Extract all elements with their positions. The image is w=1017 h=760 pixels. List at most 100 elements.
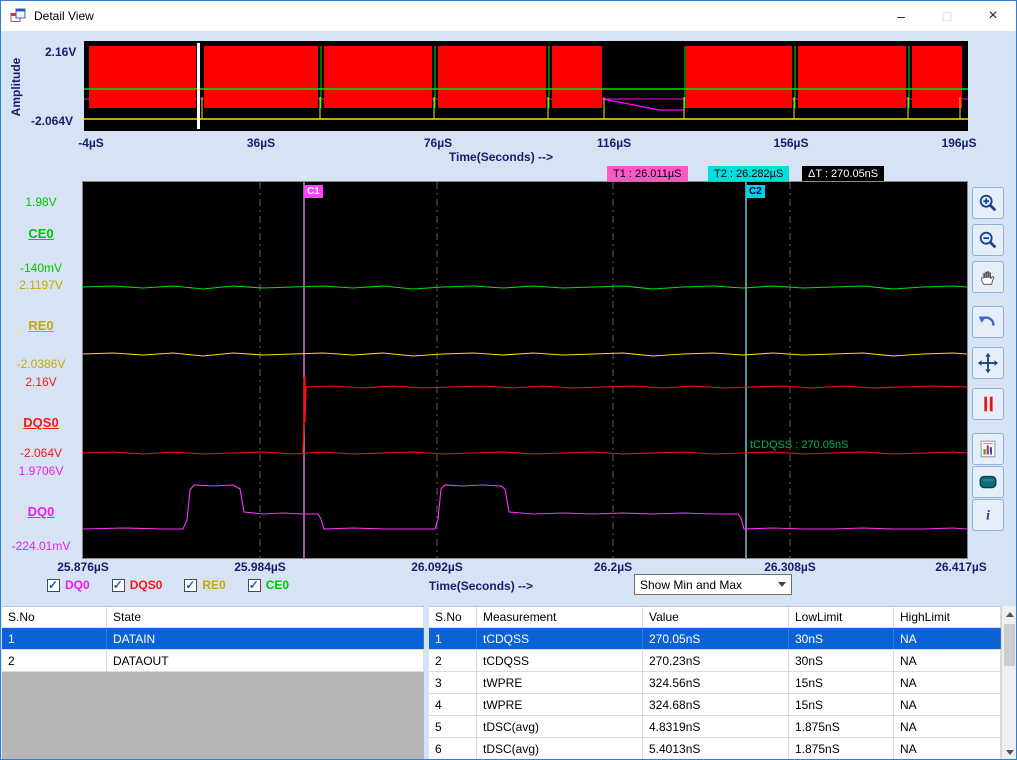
column-header[interactable]: Measurement: [477, 607, 643, 627]
detail-x-axis-label: Time(Seconds) -->: [428, 579, 534, 593]
ce0-channel-label[interactable]: CE0: [1, 226, 81, 241]
cell: 4.8319nS: [643, 716, 789, 737]
info-button[interactable]: i: [972, 499, 1004, 531]
overview-xtick: 36µS: [246, 136, 276, 150]
close-icon[interactable]: ×: [970, 1, 1016, 31]
detail-xtick: 25.984µS: [234, 560, 286, 574]
table-row[interactable]: 5 tDSC(avg) 4.8319nS 1.875nS NA: [429, 716, 1001, 738]
dq0-max-label: 1.9706V: [18, 464, 64, 478]
cell: 30nS: [789, 628, 894, 649]
cell: 5: [429, 716, 477, 737]
channel-checkbox-dq0[interactable]: DQ0: [47, 578, 90, 592]
table-row[interactable]: 2 tCDQSS 270.23nS 30nS NA: [429, 650, 1001, 672]
detail-view-window: Detail View – □ × Amplitude 2.16V -2.064…: [0, 0, 1017, 760]
cell: tDSC(avg): [477, 716, 643, 737]
cell: NA: [894, 650, 1001, 671]
report-button[interactable]: [972, 433, 1004, 465]
svg-text:i: i: [986, 508, 990, 523]
zoom-out-button[interactable]: [972, 224, 1004, 256]
cell: 270.23nS: [643, 650, 789, 671]
c1-cursor-tag[interactable]: C1: [304, 185, 323, 198]
overview-xtick: 196µS: [941, 136, 977, 150]
display-button[interactable]: [972, 466, 1004, 498]
window-title: Detail View: [34, 9, 94, 23]
detail-xtick: 26.2µS: [593, 560, 633, 574]
cell: tWPRE: [477, 694, 643, 715]
dqs0-min-label: -2.064V: [19, 446, 63, 460]
column-header[interactable]: LowLimit: [789, 607, 894, 627]
overview-waveform-plot[interactable]: [84, 41, 968, 131]
cursors-button[interactable]: [972, 388, 1004, 420]
view-mode-dropdown[interactable]: Show Min and Max: [634, 574, 792, 595]
cell: 324.68nS: [643, 694, 789, 715]
undo-button[interactable]: [972, 306, 1004, 338]
overview-view-cursor[interactable]: [197, 43, 200, 129]
cell: NA: [894, 738, 1001, 759]
re0-channel-label[interactable]: RE0: [1, 318, 81, 333]
maximize-icon[interactable]: □: [924, 1, 970, 31]
cell: tWPRE: [477, 672, 643, 693]
cell: 15nS: [789, 694, 894, 715]
ce0-min-label: -140mV: [19, 261, 63, 275]
dq0-channel-label[interactable]: DQ0: [1, 504, 81, 519]
dqs0-channel-label[interactable]: DQS0: [1, 415, 81, 430]
table-row[interactable]: 2 DATAOUT: [2, 650, 424, 672]
app-icon: [10, 8, 26, 22]
detail-xtick: 26.308µS: [764, 560, 816, 574]
channel-checkbox-ce0[interactable]: CE0: [247, 578, 290, 592]
detail-waveform-plot[interactable]: tCDQSS : 270.05nS: [82, 181, 968, 559]
scroll-down-icon[interactable]: [1002, 744, 1016, 759]
table-row[interactable]: 1 DATAIN: [2, 628, 424, 650]
dq0-min-label: -224.01mV: [11, 539, 71, 553]
overview-x-axis-label: Time(Seconds) -->: [448, 150, 554, 164]
column-header[interactable]: S.No: [2, 607, 107, 627]
cell: 6: [429, 738, 477, 759]
checkbox-label: CE0: [265, 578, 290, 592]
scroll-up-icon[interactable]: [1002, 606, 1016, 622]
table-row[interactable]: 6 tDSC(avg) 5.4013nS 1.875nS NA: [429, 738, 1001, 759]
channel-legend: DQ0 DQS0 RE0 CE0: [47, 578, 311, 592]
checkbox-label: RE0: [202, 578, 226, 592]
checkbox-icon: [47, 578, 60, 592]
pan-button[interactable]: [972, 261, 1004, 293]
zoom-in-button[interactable]: [972, 187, 1004, 219]
checkbox-icon: [111, 578, 125, 592]
cell: 3: [429, 672, 477, 693]
move-arrows-icon: [977, 352, 999, 374]
fit-move-button[interactable]: [972, 347, 1004, 379]
channel-checkbox-re0[interactable]: RE0: [184, 578, 226, 592]
measurement-table: S.No Measurement Value LowLimit HighLimi…: [429, 606, 1001, 759]
scrollbar-thumb[interactable]: [1004, 624, 1015, 666]
measurement-annotation: tCDQSS : 270.05nS: [750, 439, 848, 451]
detail-xtick: 26.417µS: [935, 560, 987, 574]
cell: NA: [894, 716, 1001, 737]
checkbox-icon: [184, 578, 198, 592]
detail-xtick: 25.876µS: [57, 560, 109, 574]
state-table-header: S.No State: [2, 606, 424, 628]
cell: 15nS: [789, 672, 894, 693]
overview-xtick: -4µS: [78, 136, 104, 150]
minimize-icon[interactable]: –: [878, 1, 924, 31]
column-header[interactable]: HighLimit: [894, 607, 1001, 627]
detail-xtick: 26.092µS: [411, 560, 463, 574]
checkbox-icon: [247, 578, 261, 592]
column-header[interactable]: S.No: [429, 607, 477, 627]
dropdown-value: Show Min and Max: [640, 577, 743, 592]
table-row[interactable]: 1 tCDQSS 270.05nS 30nS NA: [429, 628, 1001, 650]
table-row[interactable]: 4 tWPRE 324.68nS 15nS NA: [429, 694, 1001, 716]
column-header[interactable]: State: [107, 607, 424, 627]
channel-checkbox-dqs0[interactable]: DQS0: [111, 578, 163, 592]
t2-readout: T2 : 26.282µS: [708, 166, 790, 181]
cell: 1.875nS: [789, 738, 894, 759]
cell: NA: [894, 694, 1001, 715]
table-row[interactable]: 3 tWPRE 324.56nS 15nS NA: [429, 672, 1001, 694]
report-icon: [980, 440, 996, 458]
checkbox-label: DQ0: [65, 578, 90, 592]
cell: 1: [429, 628, 477, 649]
measurement-table-scrollbar[interactable]: [1001, 606, 1016, 759]
column-header[interactable]: Value: [643, 607, 789, 627]
c2-cursor-tag[interactable]: C2: [746, 185, 765, 198]
re0-max-label: 2.1197V: [19, 278, 63, 292]
cell: 30nS: [789, 650, 894, 671]
checkbox-label: DQS0: [129, 578, 163, 592]
